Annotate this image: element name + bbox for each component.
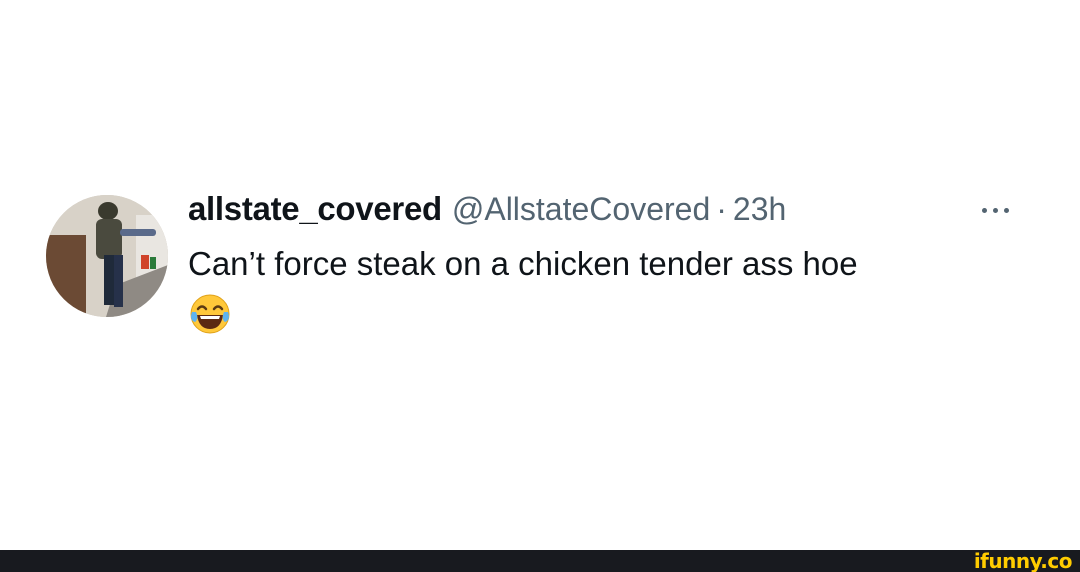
display-name[interactable]: allstate_covered [188, 190, 442, 227]
page: allstate_covered @AllstateCovered · 23h Can… [0, 0, 1080, 572]
ifunny-watermark: ifunny.co [973, 549, 1073, 572]
avatar-photo [46, 195, 168, 317]
separator-dot: · [716, 191, 727, 227]
user-handle[interactable]: @AllstateCovered [452, 191, 710, 227]
tweet-content: allstate_covered @AllstateCovered · 23h Can… [188, 190, 1028, 336]
footer-bar: ifunny.co [0, 550, 1080, 572]
timestamp[interactable]: 23h [733, 191, 786, 227]
tweet-header: allstate_covered @AllstateCovered · 23h [188, 190, 1028, 238]
face-with-tears-of-joy-icon [188, 292, 232, 336]
more-horizontal-icon[interactable] [978, 200, 1014, 220]
tweet-text: Can’t force steak on a chicken tender as… [188, 245, 858, 282]
avatar[interactable] [46, 195, 168, 317]
